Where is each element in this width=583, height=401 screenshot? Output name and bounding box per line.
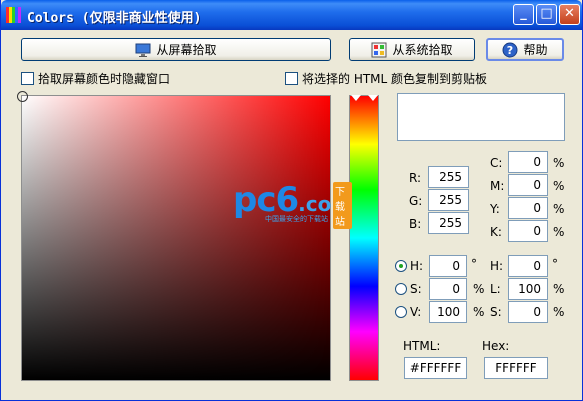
hsv-h-unit: °: [471, 257, 477, 271]
svg-text:?: ?: [507, 44, 513, 57]
m-unit: %: [553, 179, 565, 193]
hsv-h-radio[interactable]: [395, 260, 407, 272]
m-input[interactable]: 0: [508, 174, 548, 196]
y-label: Y:: [490, 202, 500, 216]
pc6-watermark-logo: pc6.com 下载站 中国最安全的下载站: [233, 180, 353, 229]
minimize-icon: _: [520, 6, 527, 21]
hide-window-label: 拾取屏幕颜色时隐藏窗口: [38, 72, 171, 86]
hsl-s-unit: %: [553, 305, 565, 319]
help-button[interactable]: ? 帮助: [486, 38, 564, 61]
k-input[interactable]: 0: [508, 220, 548, 242]
window-title: Colors (仅限非商业性使用): [27, 11, 202, 26]
hsl-l-label: L:: [490, 282, 501, 296]
hue-slider[interactable]: [349, 95, 379, 381]
pick-from-screen-label: 从屏幕拾取: [156, 43, 217, 57]
maximize-icon: □: [540, 6, 553, 21]
title-bar[interactable]: Colors (仅限非商业性使用) _ □ ✕: [1, 0, 582, 30]
y-unit: %: [553, 202, 565, 216]
r-label: R:: [409, 171, 422, 185]
hsv-s-input[interactable]: 0: [429, 278, 467, 300]
help-icon: ?: [502, 42, 518, 58]
pick-from-system-button[interactable]: 从系统拾取: [349, 38, 475, 61]
pick-from-system-label: 从系统拾取: [392, 43, 453, 57]
c-input[interactable]: 0: [508, 151, 548, 173]
hsl-s-label: S:: [490, 305, 502, 319]
color-preview-swatch: [397, 93, 565, 141]
pick-from-screen-button[interactable]: 从屏幕拾取: [21, 38, 331, 61]
colors-window: Colors (仅限非商业性使用) _ □ ✕ 从屏幕拾取 从系统拾取 ? 帮助…: [0, 0, 583, 401]
watermark-badge: 下载站: [333, 182, 353, 229]
hsv-v-unit: %: [473, 305, 485, 319]
g-label: G:: [409, 194, 423, 208]
hsv-s-radio[interactable]: [395, 283, 407, 295]
k-label: K:: [490, 225, 502, 239]
hsl-l-input[interactable]: 100: [508, 278, 548, 300]
monitor-icon: [135, 42, 151, 58]
close-icon: ✕: [564, 6, 575, 21]
g-input[interactable]: 255: [428, 189, 469, 211]
b-input[interactable]: 255: [428, 212, 469, 234]
html-color-input[interactable]: #FFFFFF: [404, 357, 467, 379]
hex-color-input[interactable]: FFFFFF: [484, 357, 548, 379]
hsl-h-input[interactable]: 0: [508, 255, 548, 277]
color-picker-marker[interactable]: [17, 91, 28, 102]
hide-window-checkbox-box[interactable]: [21, 72, 34, 85]
watermark-tagline: 中国最安全的下载站: [265, 215, 328, 223]
minimize-button[interactable]: _: [513, 4, 534, 25]
hsv-s-unit: %: [473, 282, 485, 296]
hsv-h-label: H:: [410, 259, 424, 273]
saturation-value-field[interactable]: [17, 91, 331, 381]
c-unit: %: [553, 156, 565, 170]
close-button[interactable]: ✕: [559, 4, 580, 25]
hex-label: Hex:: [482, 339, 510, 353]
hsv-s-label: S:: [410, 282, 422, 296]
hsl-h-label: H:: [490, 259, 504, 273]
copy-html-checkbox-box[interactable]: [285, 72, 298, 85]
help-label: 帮助: [523, 43, 548, 57]
hsv-h-input[interactable]: 0: [429, 255, 467, 277]
hsv-v-input[interactable]: 100: [429, 301, 467, 323]
hue-slider-left-arrow[interactable]: [351, 95, 361, 101]
hsv-v-radio[interactable]: [395, 306, 407, 318]
hue-slider-right-arrow[interactable]: [368, 95, 378, 101]
c-label: C:: [490, 156, 503, 170]
y-input[interactable]: 0: [508, 197, 548, 219]
m-label: M:: [490, 179, 505, 193]
hsl-s-input[interactable]: 0: [508, 301, 548, 323]
copy-html-label: 将选择的 HTML 颜色复制到剪贴板: [302, 72, 488, 86]
r-input[interactable]: 255: [428, 166, 469, 188]
hsl-l-unit: %: [553, 282, 565, 296]
hsl-h-unit: °: [552, 257, 558, 271]
hide-window-checkbox[interactable]: 拾取屏幕颜色时隐藏窗口: [21, 70, 170, 87]
hsv-v-label: V:: [410, 305, 422, 319]
palette-grid-icon: [371, 42, 387, 58]
k-unit: %: [553, 225, 565, 239]
html-label: HTML:: [403, 339, 441, 353]
copy-html-checkbox[interactable]: 将选择的 HTML 颜色复制到剪贴板: [285, 70, 487, 87]
b-label: B:: [409, 217, 422, 231]
app-icon: [6, 7, 22, 23]
maximize-button[interactable]: □: [536, 4, 557, 25]
